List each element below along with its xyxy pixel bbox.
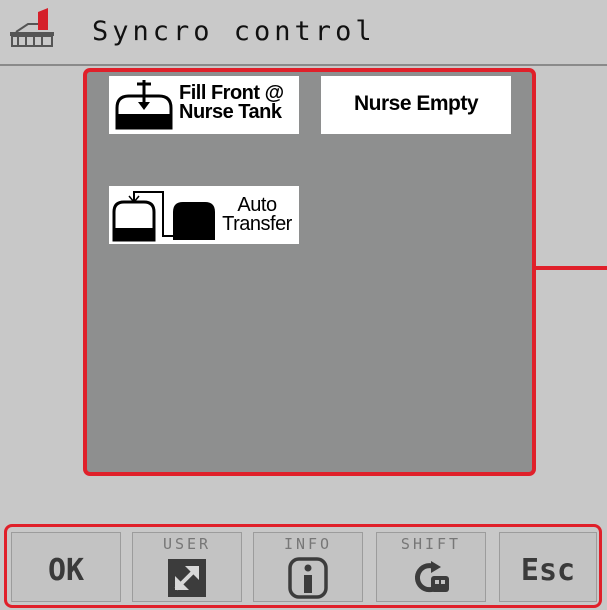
selection-connector [534,266,607,270]
shift-button[interactable]: SHIFT [376,532,486,602]
user-button[interactable]: USER [132,532,242,602]
info-button[interactable]: INFO [253,532,363,602]
ok-label: OK [47,553,85,588]
auto-transfer-button[interactable]: Auto Transfer [109,186,299,244]
function-panel: Fill Front @ Nurse Tank Nurse Empty Auto… [83,68,536,476]
esc-button[interactable]: Esc [499,532,597,602]
esc-label: Esc [520,553,576,588]
tank-fill-icon [115,80,173,130]
auto-transfer-label-line2: Transfer [222,213,292,235]
expand-arrow-icon [168,559,206,597]
info-icon [288,557,328,599]
nurse-empty-button[interactable]: Nurse Empty [321,76,511,134]
shift-cycle-icon [415,561,449,593]
info-caption: INFO [283,535,333,553]
header-bar: Syncro control [0,0,607,66]
shift-caption: SHIFT [400,535,462,553]
fill-front-label: Fill Front @ Nurse Tank [179,83,299,123]
auto-transfer-label: Auto Transfer [217,195,297,235]
fill-front-nurse-tank-button[interactable]: Fill Front @ Nurse Tank [109,76,299,134]
softkey-bar: OK USER INFO SHIFT Esc [4,524,602,608]
fill-front-label-line2: Nurse Tank [179,101,282,123]
ok-button[interactable]: OK [11,532,121,602]
page-title: Syncro control [92,16,376,47]
sprayer-logo-icon [10,8,54,47]
user-caption: USER [162,535,212,553]
nurse-empty-label: Nurse Empty [353,92,479,115]
tank-transfer-icon [112,191,215,242]
